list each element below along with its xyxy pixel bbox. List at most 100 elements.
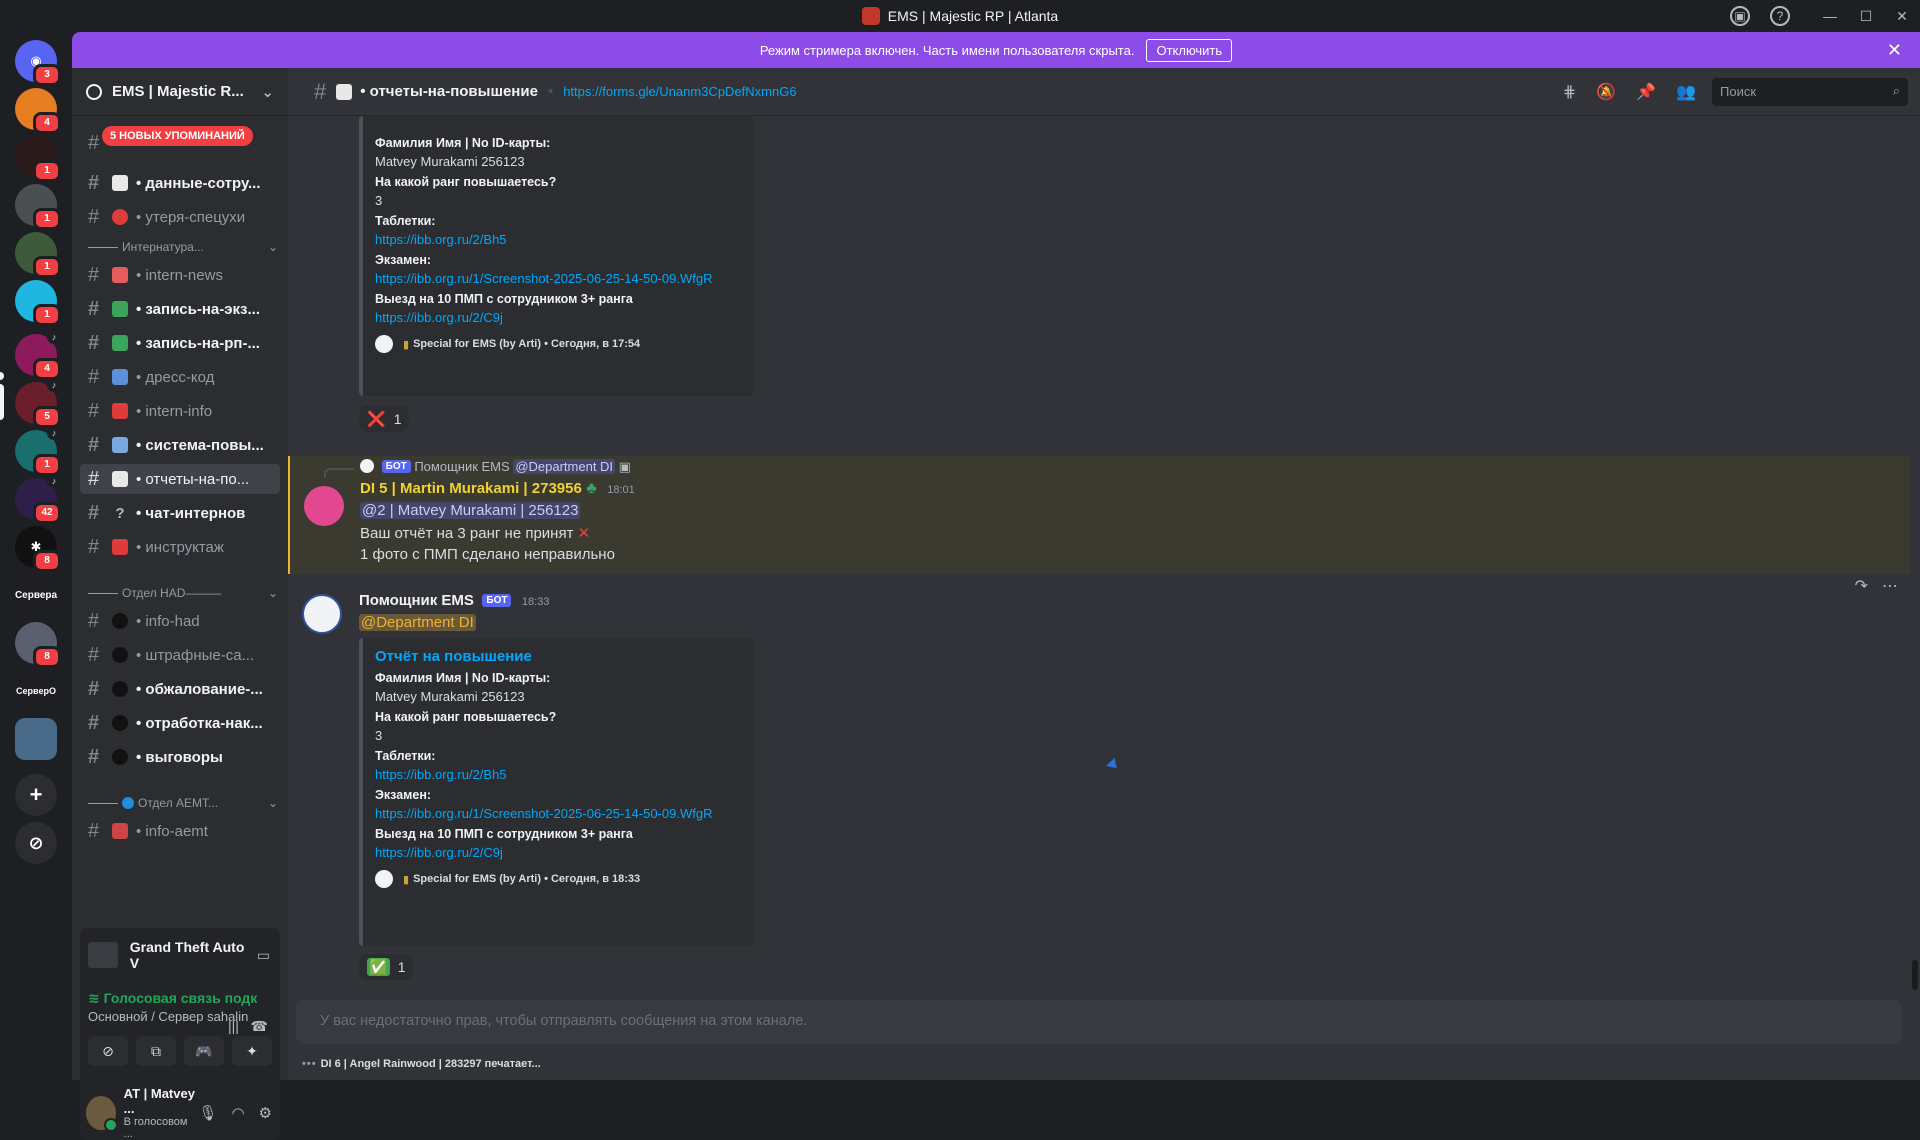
field-link[interactable]: https://ibb.org.ru/2/Bh5 [375,767,742,782]
message-author[interactable]: DI 5 | Martin Murakami | 273956 [360,480,582,497]
hash-icon: # [88,535,100,558]
gear-icon[interactable]: ⚙ [259,1104,272,1122]
server-icon-ems[interactable]: ♪ 5 [15,378,61,428]
server-icon[interactable]: 1 [15,232,61,278]
category-aemt[interactable]: Отдел AEMT... ⌄ [88,796,278,810]
server-header[interactable]: EMS | Majestic R... ⌄ [72,68,288,116]
screen-share-icon[interactable]: ▭ [257,947,270,964]
help-icon[interactable]: ? [1770,6,1790,26]
minimize-button[interactable]: — [1812,8,1848,24]
threads-icon[interactable]: ⋕ [1563,82,1576,102]
channel-item[interactable]: # • запись-на-рп-... [80,328,280,358]
server-icon[interactable]: 1 [15,136,61,182]
category-intern[interactable]: Интернатура... ⌄ [88,240,278,254]
headphones-icon[interactable]: ◠ [231,1104,244,1122]
server-icon[interactable]: 4 [15,88,61,134]
user-mention[interactable]: @2 | Matvey Murakami | 256123 [360,502,581,519]
screen-share-button[interactable]: ⧉ [136,1036,176,1066]
channel-item[interactable]: # • info-aemt [80,816,280,846]
new-mentions-pill[interactable]: 5 НОВЫХ УПОМИНАНИЙ [102,126,253,146]
channel-item[interactable]: # • info-had [80,606,280,636]
channel-item[interactable]: # • отработка-нак... [80,708,280,738]
channel-topic-link[interactable]: https://forms.gle/Unanm3CpDefNxmnG6 [563,84,796,99]
server-list: ◉ 3 4 1 1 1 1 ♪ 4 ♪ 5 ♪ 1 ♪ 42 ✱ 8 Сервера 8 … [0,32,72,1080]
channel-item[interactable]: # • выговоры [80,742,280,772]
notification-settings-icon[interactable]: 🔕 [1596,82,1616,102]
server-icon[interactable]: 1 [15,280,61,326]
field-link[interactable]: https://ibb.org.ru/1/Screenshot-2025-06-… [375,806,742,821]
footer-icon [375,870,393,888]
reaction-button[interactable]: ❌ 1 [359,406,410,432]
channel-item[interactable]: # • запись-на-экз... [80,294,280,324]
add-server-icon[interactable]: + [15,774,57,816]
more-options-icon[interactable]: ⋯ [1882,576,1898,596]
scrollbar[interactable] [1912,960,1918,990]
chevron-down-icon: ⌄ [267,240,278,254]
mention-badge: 1 [33,256,61,278]
server-icon-folder[interactable]: Сервера [15,574,57,616]
hash-icon: # [88,609,100,632]
voice-status[interactable]: ≋ Голосовая связь подк [88,990,272,1007]
avatar[interactable] [304,486,344,526]
field-link[interactable]: https://ibb.org.ru/2/C9j [375,310,742,325]
disable-streamer-button[interactable]: Отключить [1146,38,1233,62]
message-author[interactable]: Помощник EMS [359,592,474,609]
server-icon[interactable]: ♪ 4 [15,330,61,380]
channel-item[interactable]: # • штрафные-са... [80,640,280,670]
channel-item[interactable]: # • intern-info [80,396,280,426]
pinned-messages-icon[interactable]: 📌 [1636,82,1656,102]
server-icon[interactable]: 8 [15,622,61,668]
ambulance-icon [112,823,128,839]
discover-icon[interactable]: ⊘ [15,822,57,864]
server-icon-folder[interactable]: СерверО [15,670,57,712]
soundboard-button[interactable]: ✦ [232,1036,272,1066]
channel-item[interactable]: # • intern-news [80,260,280,290]
reply-preview[interactable]: БОТ Помощник EMS @Department DI ▣ [360,459,631,475]
home-button[interactable]: ◉ 3 [15,40,61,86]
close-icon[interactable]: ✕ [1887,40,1902,61]
black-circle-icon [112,613,128,629]
pushpin-icon [112,403,128,419]
field-link[interactable]: https://ibb.org.ru/1/Screenshot-2025-06-… [375,271,742,286]
search-icon: ⌕ [1892,83,1900,98]
reaction-button[interactable]: ✅ 1 [359,954,414,980]
field-name: На какой ранг повышаетесь? [375,710,557,724]
bot-avatar[interactable] [302,594,342,634]
channel-item[interactable]: # • обжалование-... [80,674,280,704]
forward-icon[interactable]: ↷ [1855,576,1868,596]
server-icon[interactable]: ♪ 1 [15,426,61,476]
avatar[interactable] [86,1096,118,1132]
typing-indicator: ••• DI 6 | Angel Rainwood | 283297 печата… [302,1058,541,1070]
activity-panel[interactable]: Grand Theft Auto V ▭ [80,928,280,982]
embed-title[interactable]: Отчёт на повышение [375,648,742,665]
server-icon[interactable] [15,718,57,760]
member-list-icon[interactable]: 👥 [1676,82,1696,102]
channel-item[interactable]: # • система-повы... [80,430,280,460]
channel-item[interactable]: # • утеря-спецухи [80,202,280,232]
category-had[interactable]: Отдел HAD——— ⌄ [88,586,278,600]
maximize-button[interactable]: ☐ [1848,8,1884,25]
server-icon[interactable]: ✱ 8 [15,526,61,572]
channel-item[interactable]: #? • чат-интернов [80,498,280,528]
role-mention[interactable]: @Department DI [359,614,476,631]
channel-item[interactable]: # • дресс-код [80,362,280,392]
server-icon[interactable]: ♪ 42 [15,474,61,524]
activity-button[interactable]: 🎮 [184,1036,224,1066]
username[interactable]: AT | Matvey ... [124,1086,199,1116]
channel-item-active[interactable]: # • отчеты-на-по... [80,464,280,494]
close-window-button[interactable]: ✕ [1884,8,1920,25]
mention-badge: 1 [33,304,61,326]
camera-off-button[interactable]: ⊘ [88,1036,128,1066]
inbox-icon[interactable]: ▣ [1730,6,1750,26]
noise-suppression-icon[interactable]: ||| [228,1018,239,1034]
field-link[interactable]: https://ibb.org.ru/2/C9j [375,845,742,860]
microphone-icon[interactable]: 🎙 [198,1104,217,1122]
disconnect-icon[interactable]: ☎ [251,1018,268,1034]
field-link[interactable]: https://ibb.org.ru/2/Bh5 [375,232,742,247]
search-input[interactable]: Поиск ⌕ [1712,78,1908,106]
server-icon[interactable]: 1 [15,184,61,230]
channel-item[interactable]: # • инструктаж [80,532,280,562]
image-icon: ▣ [618,459,631,474]
hash-icon: # [88,171,100,194]
channel-item[interactable]: # • данные-сотру... [80,168,280,198]
